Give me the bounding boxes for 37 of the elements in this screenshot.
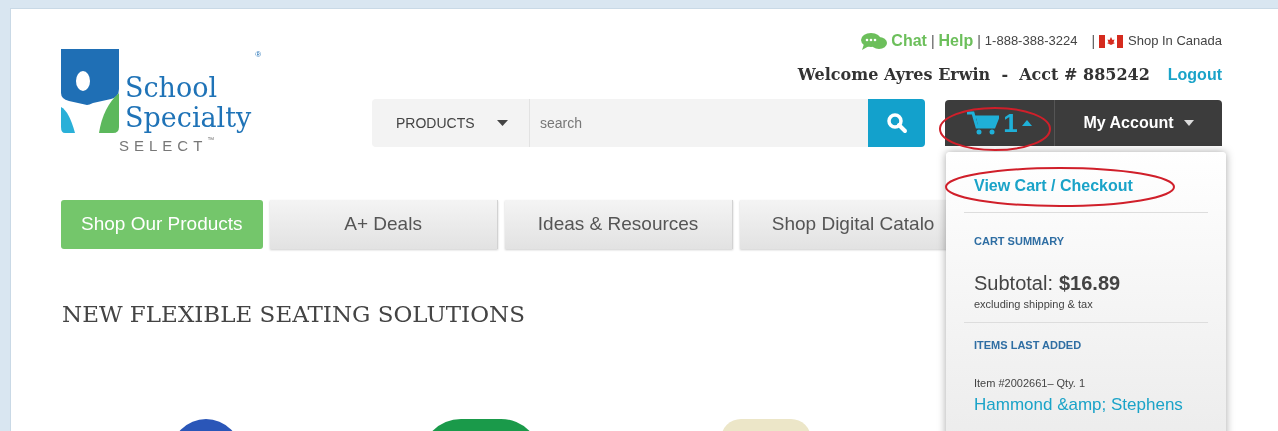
help-link[interactable]: Help bbox=[938, 29, 974, 53]
phone-number: 1-888-388-3224 bbox=[984, 32, 1079, 51]
logout-link[interactable]: Logout bbox=[1167, 63, 1222, 87]
separator-text: | bbox=[929, 31, 936, 51]
chat-bubbles-icon bbox=[861, 32, 888, 50]
logo-text: School bbox=[125, 73, 219, 103]
caret-icon bbox=[1183, 120, 1194, 126]
cart-summary-title: CART SUMMARY bbox=[974, 234, 1066, 249]
caret-icon bbox=[496, 120, 508, 126]
items-last-added-title: ITEMS LAST ADDED bbox=[974, 337, 1083, 353]
section-heading: NEW FLEXIBLE SEATING SOLUTIONS bbox=[62, 299, 525, 329]
separator-text: | bbox=[1090, 31, 1097, 51]
logo-mark-icon bbox=[59, 49, 121, 133]
search-field[interactable]: search bbox=[530, 99, 868, 147]
canada-flag-icon bbox=[1099, 34, 1124, 48]
item-meta: Item #2002661– Qty. 1 bbox=[974, 376, 1087, 391]
item-link[interactable]: Hammond &amp; Stephens bbox=[974, 391, 1198, 417]
logo-text: Specialty bbox=[125, 103, 252, 133]
category-dropdown[interactable]: PRODUCTS bbox=[372, 99, 530, 147]
separator-text: | bbox=[976, 31, 982, 51]
subtotal-label: Subtotal: bbox=[974, 270, 1053, 296]
registered-mark: ® bbox=[255, 49, 262, 61]
my-account-button[interactable]: My Account bbox=[1055, 111, 1222, 135]
nav-tab[interactable]: Ideas & Resources bbox=[504, 199, 733, 249]
welcome-text: Welcome Ayres Erwin - Acct # 885242 bbox=[797, 64, 1150, 86]
chat-link[interactable]: Chat bbox=[891, 29, 927, 53]
logo-tagline: SELECT bbox=[119, 136, 208, 156]
subtotal-note: excluding shipping & tax bbox=[974, 297, 1094, 310]
subtotal-value: $16.89 bbox=[1058, 270, 1121, 296]
caret-up-icon bbox=[1021, 120, 1032, 126]
cart-icon bbox=[967, 111, 1000, 135]
shop-in-canada-link[interactable]: Shop In Canada bbox=[1128, 31, 1222, 51]
view-cart-link[interactable]: View Cart / Checkout bbox=[964, 174, 1208, 198]
nav-tab[interactable]: A+ Deals bbox=[269, 199, 498, 249]
search-button[interactable] bbox=[868, 99, 925, 147]
search-icon bbox=[885, 112, 908, 134]
cart-button[interactable]: 1 bbox=[945, 100, 1055, 146]
